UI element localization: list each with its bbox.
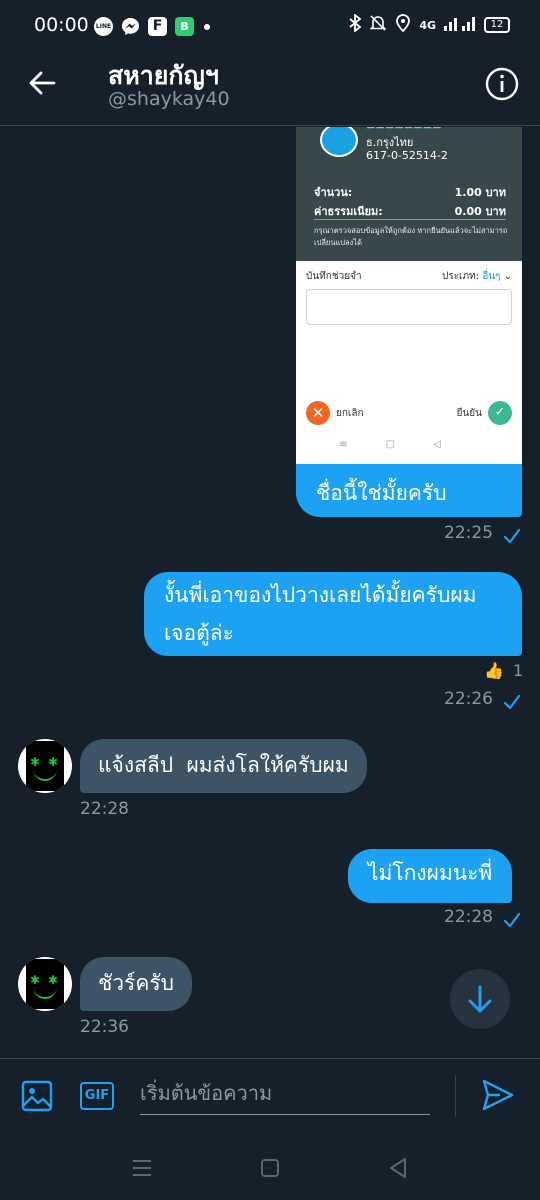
image-message[interactable]: ▬▬▬▬▬▬▬▬ ธ.กรุงไทย 617-0-52514-2 จำนวน: … <box>296 127 522 517</box>
network-label: 4G <box>419 18 436 32</box>
home-icon[interactable] <box>258 1156 282 1180</box>
memo-box <box>306 289 512 325</box>
composer-divider <box>455 1075 456 1117</box>
divider <box>314 219 506 220</box>
back-button[interactable] <box>26 66 60 100</box>
message-text: แจ้งสลีป ผมส่งโลให้ครับผม <box>98 753 349 777</box>
info-icon <box>485 67 519 101</box>
scroll-to-bottom-button[interactable] <box>450 969 510 1029</box>
transfer-screenshot[interactable]: ▬▬▬▬▬▬▬▬ ธ.กรุงไทย 617-0-52514-2 จำนวน: … <box>296 127 522 464</box>
incoming-message[interactable]: ชัวร์ครับ <box>80 957 192 1011</box>
outgoing-message[interactable]: ไม่โกงผมนะพี่ <box>348 849 513 903</box>
add-photo-button[interactable] <box>20 1079 54 1113</box>
screenshot-nav-bar: ≡▢◁ <box>339 439 479 450</box>
avatar[interactable]: ✱ ✱ <box>18 957 72 1011</box>
reaction-badge[interactable]: 👍 1 <box>484 661 523 680</box>
confirm-check-icon: ✓ <box>488 401 512 425</box>
incoming-message[interactable]: แจ้งสลีป ผมส่งโลให้ครับผม <box>80 739 367 793</box>
outgoing-message[interactable]: งั้นพี่เอาของไปวางเลยได้มั้ยครับผม เจอตู… <box>144 572 522 656</box>
cancel-x-icon: ✕ <box>306 401 330 425</box>
message-composer: GIF <box>0 1058 540 1140</box>
recipient-name-cut: ▬▬▬▬▬▬▬▬ <box>366 127 442 132</box>
thumbs-up-icon: 👍 <box>484 661 504 680</box>
signal-icon <box>444 15 476 35</box>
info-button[interactable] <box>484 66 520 102</box>
image-caption: ชื่อนี้ใช่มั้ยครับ <box>316 481 447 505</box>
confirm-label: ยืนยัน <box>456 408 482 419</box>
back-nav-icon[interactable] <box>386 1156 410 1180</box>
message-time: 22:26 <box>444 689 493 709</box>
status-bar: 00:00 LINE F B 4G 12 <box>0 0 540 52</box>
sent-check-icon <box>503 528 521 544</box>
leaf-icon: ✱ <box>48 755 59 769</box>
bank-logo-icon <box>320 127 358 157</box>
conversation-handle[interactable]: @shaykay40 <box>108 88 230 110</box>
line-app-icon: LINE <box>94 17 113 36</box>
arrow-left-icon <box>29 71 56 95</box>
fee-label: ค่าธรรมเนียม: <box>314 205 383 218</box>
message-text: ชัวร์ครับ <box>98 971 174 995</box>
leaf-icon: ✱ <box>30 973 41 987</box>
bluetooth-icon <box>349 13 362 36</box>
amount-label: จำนวน: <box>314 186 353 199</box>
memo-type-value: อื่นๆ <box>482 271 501 282</box>
sent-check-icon <box>503 912 521 928</box>
sent-check-icon <box>503 694 521 710</box>
recent-apps-icon[interactable] <box>130 1156 154 1180</box>
reaction-count: 1 <box>513 661 524 680</box>
message-time: 22:36 <box>80 1017 129 1037</box>
messenger-app-icon <box>121 17 140 36</box>
transfer-summary: ▬▬▬▬▬▬▬▬ ธ.กรุงไทย 617-0-52514-2 จำนวน: … <box>296 127 522 261</box>
status-indicators: 4G 12 <box>349 13 510 36</box>
memo-type-label: ประเภท: <box>441 271 480 282</box>
fee-row: ค่าธรรมเนียม: 0.00 บาท <box>314 202 506 220</box>
conversation-header: สหายกัญฯ @shaykay40 <box>0 52 540 126</box>
message-input[interactable] <box>140 1071 430 1115</box>
flipboard-app-icon: F <box>148 17 167 36</box>
send-button[interactable] <box>480 1077 516 1113</box>
location-icon <box>395 14 411 36</box>
memo-type: ประเภท: อื่นๆ ⌄ <box>441 271 512 282</box>
leaf-icon: ✱ <box>48 973 59 987</box>
image-icon <box>21 1080 53 1112</box>
message-list[interactable]: ▬▬▬▬▬▬▬▬ ธ.กรุงไทย 617-0-52514-2 จำนวน: … <box>0 127 540 1057</box>
account-number: 617-0-52514-2 <box>366 149 448 162</box>
message-text-line-1: งั้นพี่เอาของไปวางเลยได้มั้ยครับผม <box>164 583 477 607</box>
arrow-down-icon <box>468 985 492 1013</box>
amount-row: จำนวน: 1.00 บาท <box>314 183 506 201</box>
status-time: 00:00 <box>34 14 89 36</box>
leaf-icon: ✱ <box>30 755 41 769</box>
message-text: ไม่โกงผมนะพี่ <box>368 861 493 885</box>
message-time: 22:28 <box>444 907 493 927</box>
message-text-line-2: เจอตู้ล่ะ <box>164 621 234 645</box>
message-time: 22:28 <box>80 799 129 819</box>
avatar[interactable]: ✱ ✱ <box>18 739 72 793</box>
notification-app-icon: B <box>175 17 194 36</box>
amount-value: 1.00 บาท <box>454 186 506 199</box>
mute-bell-icon <box>369 14 387 36</box>
fee-value: 0.00 บาท <box>454 205 506 218</box>
cancel-label: ยกเลิก <box>336 408 364 419</box>
message-time: 22:25 <box>444 523 493 543</box>
send-icon <box>482 1079 514 1111</box>
more-notifications-dot <box>204 24 210 30</box>
gif-button[interactable]: GIF <box>80 1082 114 1110</box>
battery-icon: 12 <box>484 17 510 33</box>
memo-label: บันทึกช่วยจำ <box>306 271 362 282</box>
system-nav-bar <box>0 1140 540 1200</box>
transfer-note: กรุณาตรวจสอบข้อมูลให้ถูกต้อง หากยืนยันแล… <box>314 226 508 247</box>
